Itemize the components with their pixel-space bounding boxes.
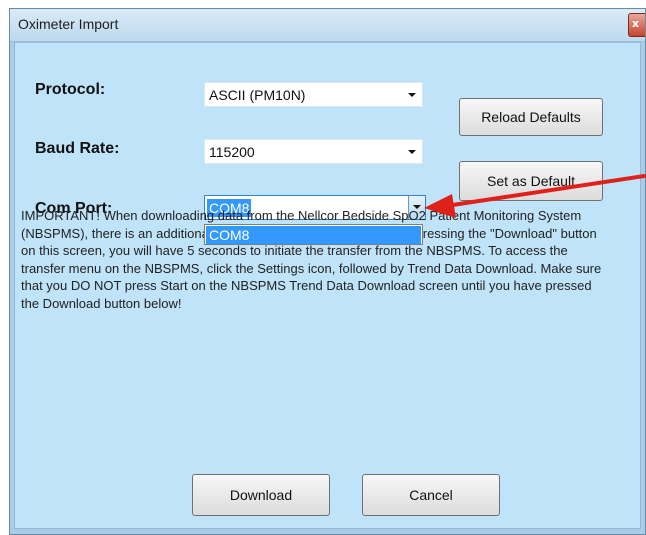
cancel-button[interactable]: Cancel [362, 474, 500, 516]
com-port-dropdown-list[interactable]: COM8 [204, 224, 423, 245]
red-arrow-icon [424, 174, 646, 218]
protocol-select[interactable]: ASCII (PM10N) [204, 82, 423, 107]
baud-rate-label: Baud Rate: [35, 140, 120, 157]
download-button[interactable]: Download [192, 474, 330, 516]
baud-rate-value: 115200 [209, 144, 255, 160]
chevron-down-icon [408, 93, 416, 97]
protocol-value: ASCII (PM10N) [209, 87, 306, 103]
baud-rate-select[interactable]: 115200 [204, 139, 423, 164]
close-button[interactable]: x [628, 13, 645, 37]
chevron-down-icon [408, 150, 416, 154]
protocol-label: Protocol: [35, 81, 106, 98]
important-notice: IMPORTANT! When downloading data from th… [21, 208, 602, 311]
reload-defaults-button[interactable]: Reload Defaults [459, 98, 603, 136]
dropdown-option-com8[interactable]: COM8 [206, 226, 421, 244]
close-icon: x [632, 17, 640, 30]
title-bar[interactable]: Oximeter Import x [10, 9, 645, 42]
window-title: Oximeter Import [18, 16, 119, 32]
